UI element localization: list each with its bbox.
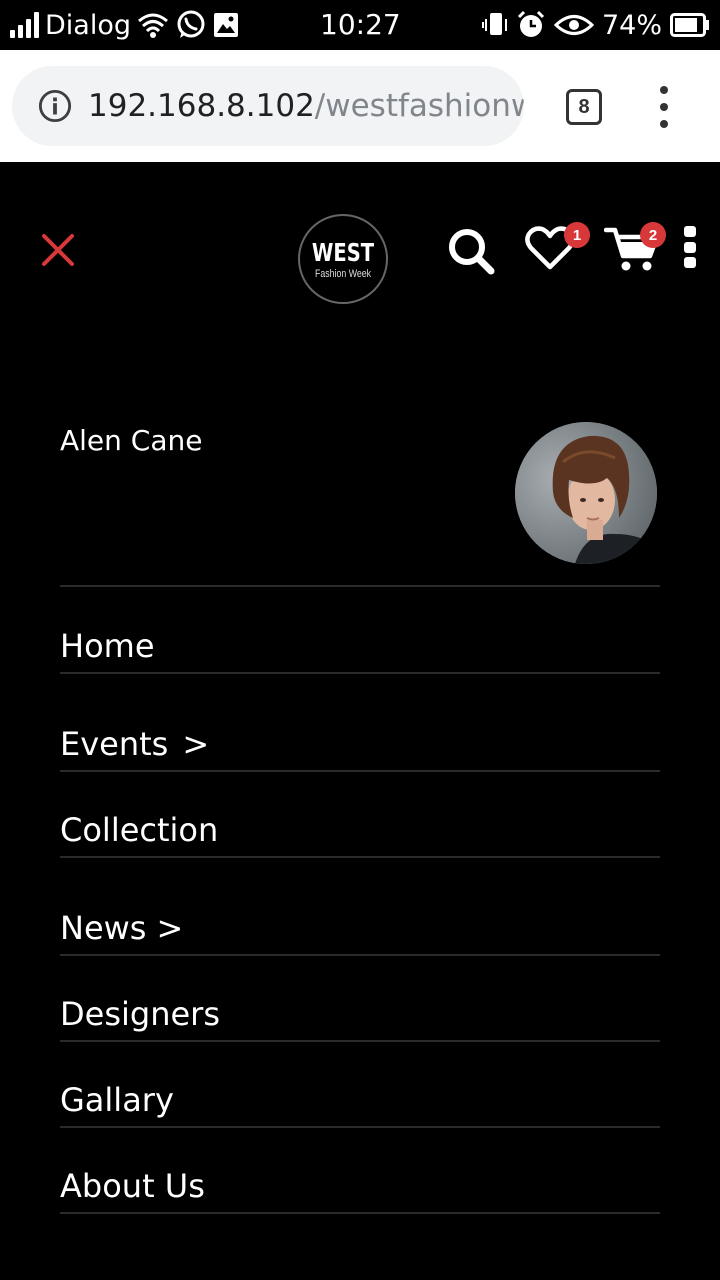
status-right: 74% [481, 8, 710, 42]
more-menu-button[interactable] [682, 226, 698, 268]
signal-icon [10, 12, 39, 38]
nav-item-home[interactable]: Home [60, 626, 660, 674]
cart-count-badge: 2 [640, 222, 666, 248]
avatar-image [515, 422, 657, 564]
eye-icon [553, 12, 594, 38]
logo-main-text: WEST [311, 238, 375, 267]
nav-item-events[interactable]: Events > [60, 722, 660, 772]
nav-label: About Us [60, 1167, 205, 1205]
close-icon [42, 234, 74, 266]
browser-menu-button[interactable] [654, 86, 674, 128]
vibrate-icon [481, 11, 508, 39]
nav-label: Events [60, 725, 169, 763]
url-host: 192.168.8.102 [88, 88, 315, 124]
status-bar: Dialog 10:27 74% [0, 0, 720, 50]
url-path: /westfashionw [314, 88, 524, 124]
browser-toolbar: 192.168.8.102/westfashionw 8 [0, 50, 720, 162]
nav-item-collection[interactable]: Collection [60, 810, 660, 858]
logo-sub-text: Fashion Week [314, 268, 372, 280]
address-bar[interactable]: 192.168.8.102/westfashionw [12, 66, 524, 146]
nav-item-about-us[interactable]: About Us [60, 1166, 660, 1214]
expand-arrow-icon[interactable]: > [156, 912, 183, 954]
profile-divider [60, 585, 660, 587]
nav-label: Gallary [60, 1081, 174, 1119]
site-logo[interactable]: WEST Fashion Week [298, 214, 388, 304]
avatar[interactable] [515, 422, 657, 564]
search-button[interactable] [446, 226, 496, 276]
gallery-icon [213, 12, 239, 38]
clock: 10:27 [320, 8, 401, 41]
nav-item-news[interactable]: News > [60, 906, 660, 956]
nav-label: Collection [60, 811, 219, 849]
info-icon[interactable] [38, 89, 72, 123]
site-container: WEST Fashion Week 1 2 Alen Cane Home Eve… [0, 162, 720, 1280]
url-text[interactable]: 192.168.8.102/westfashionw [88, 88, 524, 124]
expand-arrow-icon[interactable]: > [182, 728, 209, 770]
profile-name: Alen Cane [60, 424, 203, 457]
nav-label: Home [60, 627, 155, 665]
tab-switcher-button[interactable]: 8 [566, 89, 602, 125]
close-menu-button[interactable] [38, 232, 78, 268]
search-icon [449, 229, 495, 275]
carrier-name: Dialog [45, 9, 131, 41]
status-left: Dialog [10, 8, 239, 42]
alarm-icon [516, 10, 546, 40]
nav-label: News [60, 909, 147, 947]
battery-percent: 74% [601, 9, 662, 41]
nav-item-designers[interactable]: Designers [60, 994, 660, 1042]
whatsapp-icon [175, 9, 207, 41]
nav-label: Designers [60, 995, 220, 1033]
wifi-icon [137, 11, 169, 39]
nav-item-gallery[interactable]: Gallary [60, 1080, 660, 1128]
battery-icon [670, 13, 710, 37]
wishlist-count-badge: 1 [564, 222, 590, 248]
